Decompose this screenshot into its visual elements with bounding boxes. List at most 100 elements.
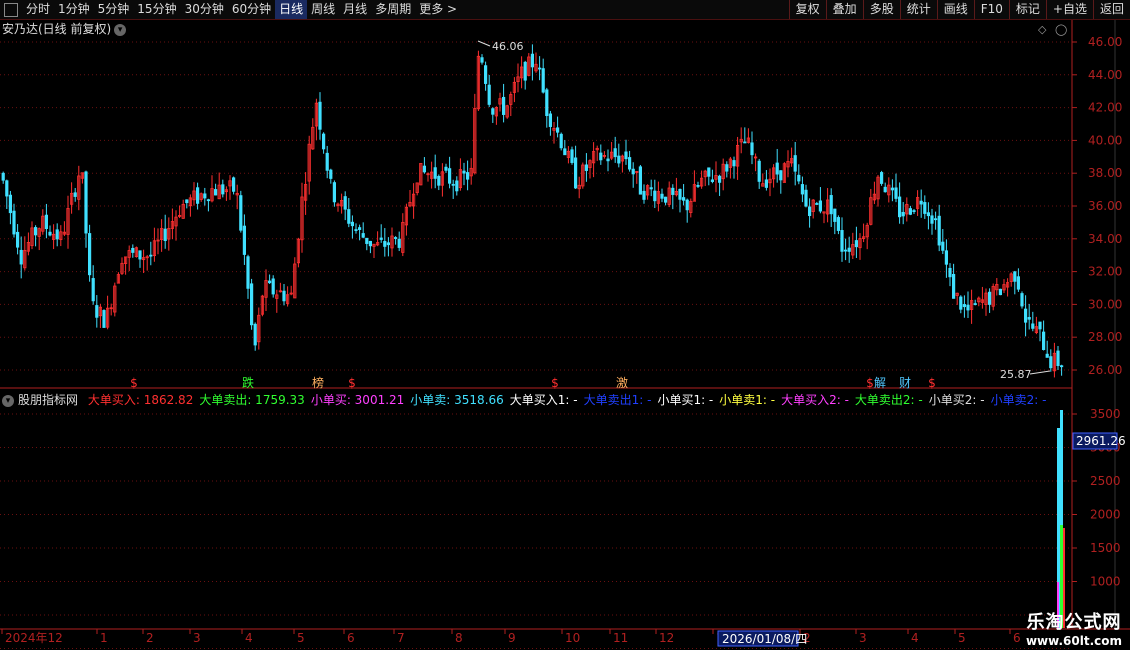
candle-body	[149, 254, 153, 257]
candle-body	[804, 189, 808, 207]
candle-body	[926, 212, 931, 217]
date-tick-label: 6	[347, 631, 355, 645]
candle-body	[84, 171, 88, 234]
candle-body	[73, 192, 77, 197]
candle-body	[1016, 276, 1021, 290]
date-tick-label: 10	[565, 631, 580, 645]
candle-body	[556, 127, 560, 133]
candle-body	[631, 168, 635, 175]
candle-body	[357, 227, 362, 230]
candle-body	[944, 250, 949, 265]
event-mark: 财	[899, 376, 911, 390]
candle-body	[397, 238, 401, 248]
candle-body	[948, 267, 952, 278]
event-mark: 解	[874, 376, 886, 390]
event-mark: $	[866, 376, 874, 390]
candle-body	[1045, 353, 1049, 358]
candle-body	[361, 233, 365, 238]
event-mark: 榜	[312, 375, 324, 390]
candle-body	[1056, 350, 1060, 367]
candle-body	[1042, 331, 1046, 350]
candle-body	[393, 237, 398, 239]
candle-body	[332, 182, 337, 203]
candle-body	[613, 148, 617, 158]
candle-body	[231, 177, 236, 192]
candle-body	[880, 172, 884, 184]
candlesticks	[1, 44, 1064, 378]
candle-body	[343, 196, 347, 210]
candle-body	[941, 241, 945, 251]
low-price-label: 25.87	[1000, 368, 1032, 381]
event-mark: 激	[616, 376, 628, 390]
candle-body	[12, 210, 16, 235]
candle-body	[548, 113, 553, 127]
candle-body	[480, 57, 484, 63]
sub-tick-label: 1000	[1090, 575, 1121, 589]
candle-body	[249, 283, 254, 326]
candle-body	[1049, 356, 1053, 369]
event-mark: $	[928, 376, 936, 390]
date-tick-label: 3	[859, 631, 867, 645]
candle-body	[617, 155, 621, 164]
candle-body	[793, 155, 797, 172]
candle-body	[386, 242, 391, 246]
kline-chart[interactable]: $ 跌榜 $ $ 激 $ 解财 $ 46.0044.0042.0040.0038.0036.0…	[0, 0, 1130, 650]
circle-icon: ◯	[1055, 23, 1067, 36]
candle-body	[998, 288, 1003, 296]
price-tick-label: 40.00	[1088, 133, 1122, 147]
candle-body	[444, 166, 448, 171]
candle-body	[55, 229, 59, 240]
candle-body	[368, 240, 373, 247]
candle-body	[743, 141, 747, 144]
candle-body	[890, 187, 895, 191]
candle-body	[530, 53, 535, 68]
candle-body	[883, 186, 887, 193]
date-tick-label: 8	[455, 631, 463, 645]
watermark-title: 乐淘公式网	[1026, 612, 1122, 633]
candle-body	[131, 247, 135, 253]
event-mark: $	[551, 376, 559, 390]
price-tick-label: 38.00	[1088, 166, 1122, 180]
candle-body	[584, 164, 589, 171]
price-tick-label: 44.00	[1088, 68, 1122, 82]
candle-body	[271, 278, 275, 295]
candle-body	[379, 237, 383, 240]
candle-body	[682, 197, 686, 201]
watermark: 乐淘公式网 www.60lt.com	[1026, 608, 1122, 648]
price-tick-label: 36.00	[1088, 199, 1122, 213]
candle-body	[959, 296, 963, 310]
candle-body	[638, 166, 643, 195]
date-tick-label: 11	[613, 631, 628, 645]
candle-body	[1031, 323, 1035, 329]
candle-body	[934, 218, 938, 221]
date-axis: 2024年121234567891011121234562026/01/08/四	[1, 629, 1021, 647]
candle-body	[919, 200, 923, 205]
candle-body	[203, 193, 207, 199]
sub-tick-label: 2000	[1090, 508, 1121, 522]
candle-body	[545, 89, 549, 116]
price-tick-label: 46.00	[1088, 35, 1122, 49]
price-tick-label: 32.00	[1088, 265, 1122, 279]
candle-body	[800, 184, 805, 195]
price-tick-label: 30.00	[1088, 297, 1122, 311]
candle-body	[559, 133, 563, 149]
candle-body	[1, 172, 5, 181]
candle-body	[44, 214, 49, 229]
candle-body	[678, 188, 682, 200]
candle-body	[5, 180, 9, 197]
chart-grid	[0, 20, 1130, 649]
candle-body	[329, 169, 333, 179]
candle-body	[808, 206, 812, 217]
candle-body	[422, 165, 427, 173]
candle-body	[710, 179, 715, 182]
candle-body	[966, 304, 970, 311]
candle-body	[34, 227, 38, 236]
candle-body	[195, 187, 200, 204]
candle-body	[213, 189, 218, 196]
candle-body	[664, 196, 668, 203]
candle-body	[1024, 308, 1028, 323]
candle-body	[239, 195, 243, 231]
candle-body	[206, 199, 210, 202]
low-pointer	[1029, 370, 1051, 375]
candle-body	[325, 152, 329, 171]
